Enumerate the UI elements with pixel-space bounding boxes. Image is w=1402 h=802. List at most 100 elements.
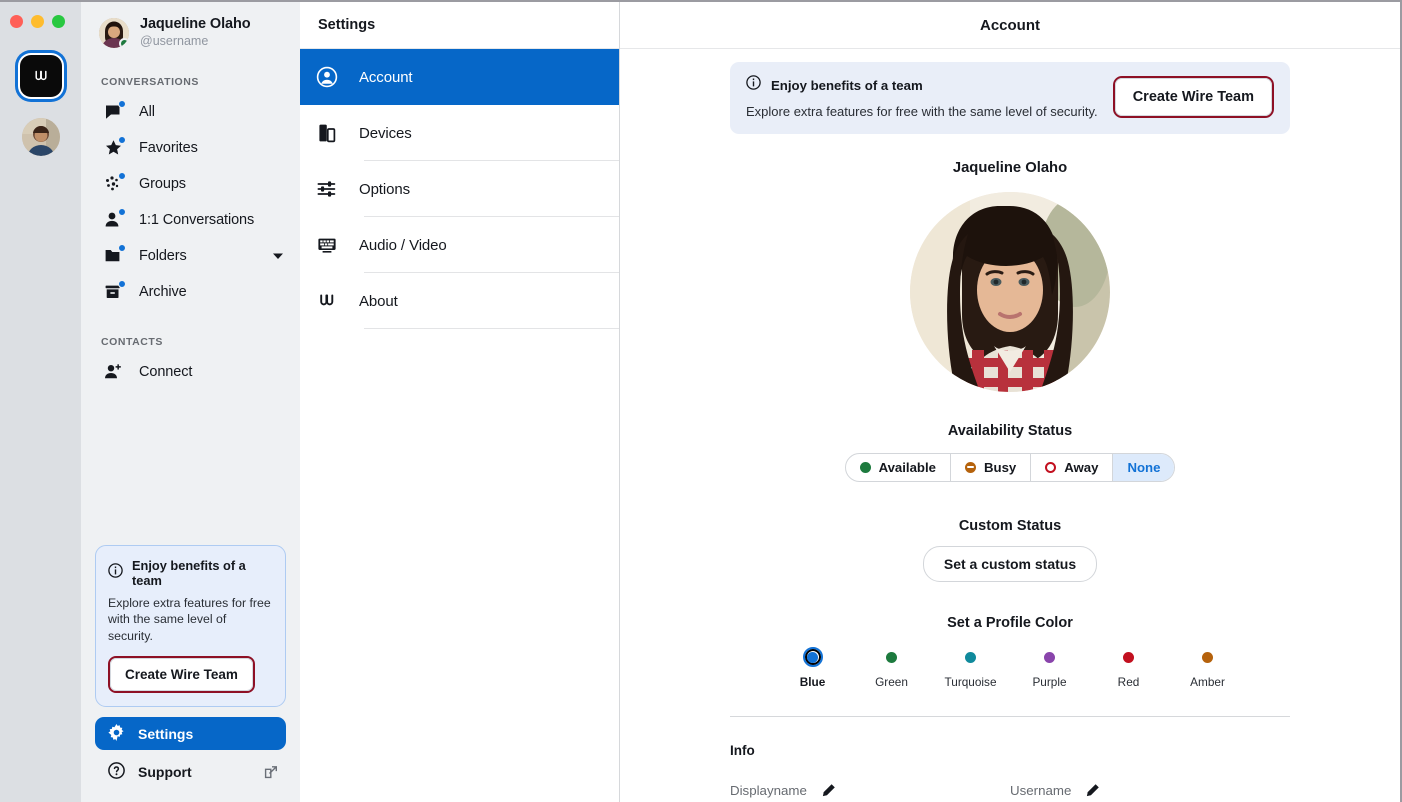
status-option-busy[interactable]: Busy (951, 454, 1032, 481)
sidebar-item-1-1-conversations[interactable]: 1:1 Conversations (81, 202, 300, 238)
color-option-amber[interactable]: Amber (1182, 647, 1234, 689)
divider (364, 328, 619, 329)
status-dot-available (859, 462, 871, 473)
tab-label: Audio / Video (359, 236, 447, 254)
color-swatch-blue (802, 647, 823, 667)
avatar-photo (21, 118, 60, 156)
sidebar-item-archive[interactable]: Archive (81, 274, 300, 310)
settings-panel-title: Settings (300, 2, 619, 49)
groups-icon (103, 171, 126, 195)
chevron-down-icon[interactable] (272, 247, 284, 265)
info-field-username: Username @jaquelineolaho (1010, 783, 1290, 802)
sidebar-item-label: 1:1 Conversations (139, 211, 255, 228)
color-label: Blue (799, 675, 826, 689)
color-option-blue[interactable]: Blue (787, 647, 839, 689)
settings-nav-panel: Settings Account Devices Options Audio /… (300, 2, 620, 802)
team-promo-banner: Enjoy benefits of a team Explore extra f… (730, 62, 1290, 134)
color-label: Red (1117, 675, 1140, 689)
pencil-icon[interactable] (821, 783, 836, 798)
tab-devices[interactable]: Devices (300, 105, 619, 161)
user-profile-photo (910, 192, 1110, 392)
color-label: Purple (1032, 675, 1067, 689)
set-custom-status-button[interactable]: Set a custom status (922, 546, 1098, 582)
status-option-away[interactable]: Away (1031, 454, 1114, 481)
info-field-label: Displayname (730, 783, 807, 798)
folder-icon (103, 243, 126, 267)
account-circle-icon (315, 65, 339, 89)
pencil-icon[interactable] (1085, 783, 1100, 798)
tab-account[interactable]: Account (300, 49, 619, 105)
tab-label: Account (359, 68, 413, 86)
tab-about[interactable]: About (300, 273, 619, 329)
custom-status-title: Custom Status (958, 518, 1062, 534)
account-settings-body: Enjoy benefits of a team Explore extra f… (620, 49, 1400, 802)
wire-account-tile[interactable] (19, 55, 62, 97)
tab-audio-video[interactable]: Audio / Video (300, 217, 619, 273)
color-label: Green (875, 675, 908, 689)
maximize-window-button[interactable] (52, 15, 65, 28)
conversation-sidebar: Jaqueline Olaho @username CONVERSATIONS … (81, 2, 300, 802)
sliders-icon (315, 177, 339, 201)
status-option-none[interactable]: None (1113, 454, 1175, 481)
close-window-button[interactable] (10, 15, 23, 28)
profile-name: Jaqueline Olaho (952, 160, 1068, 176)
promo-body: Explore extra features for free with the… (108, 595, 271, 643)
sidebar-item-groups[interactable]: Groups (81, 166, 300, 202)
section-label-contacts: CONTACTS (101, 335, 163, 348)
sidebar-item-label: Support (138, 764, 192, 780)
banner-subtitle: Explore extra features for free with the… (746, 104, 1098, 119)
color-option-green[interactable]: Green (866, 647, 918, 689)
sidebar-item-connect[interactable]: Connect (81, 354, 300, 390)
color-label: Amber (1190, 675, 1225, 689)
current-user-row[interactable]: Jaqueline Olaho @username (81, 2, 300, 50)
person-add-icon (103, 361, 125, 383)
sidebar-item-all[interactable]: All (81, 94, 300, 130)
conversations-nav: All Favorites Groups 1:1 Conversations F… (81, 94, 300, 310)
unread-badge (118, 279, 126, 288)
availability-status-selector: Available Busy Away None (844, 453, 1176, 482)
sidebar-item-settings[interactable]: Settings (95, 717, 286, 750)
promo-button-highlight: Create Wire Team (108, 656, 255, 693)
status-option-available[interactable]: Available (846, 454, 951, 481)
wire-desktop-window: Jaqueline Olaho @username CONVERSATIONS … (0, 0, 1402, 802)
current-user-handle: @username (140, 33, 209, 48)
unread-badge (118, 207, 126, 216)
status-label: Busy (983, 460, 1017, 475)
main-content-panel: Account Enjoy benefits of a team Explore… (620, 2, 1400, 802)
presence-indicator (119, 37, 129, 48)
unread-badge (118, 171, 126, 180)
promo-title: Enjoy benefits of a team (132, 557, 246, 588)
tab-label: Options (359, 180, 410, 198)
color-label: Turquoise (944, 675, 997, 689)
color-option-turquoise[interactable]: Turquoise (944, 647, 997, 689)
sidebar-item-label: Groups (139, 175, 186, 192)
archive-icon (103, 279, 126, 303)
sidebar-item-support[interactable]: Support (95, 756, 286, 788)
create-wire-team-button[interactable]: Create Wire Team (110, 658, 253, 691)
sidebar-item-label: Folders (139, 247, 187, 264)
info-field-displayname: Displayname Jaqueline Olaho (730, 783, 1010, 802)
sidebar-item-folders[interactable]: Folders (81, 238, 300, 274)
status-label: None (1127, 460, 1161, 475)
contacts-nav: Connect (81, 354, 300, 390)
status-dot-away (1045, 462, 1057, 473)
color-option-purple[interactable]: Purple (1024, 647, 1076, 689)
tab-label: About (359, 292, 398, 310)
create-wire-team-button[interactable]: Create Wire Team (1114, 78, 1272, 116)
devices-icon (315, 121, 339, 145)
info-title: Info (730, 743, 755, 758)
minimize-window-button[interactable] (31, 15, 44, 28)
current-user-name: Jaqueline Olaho (140, 16, 251, 32)
person-icon (103, 207, 126, 231)
profile-picture[interactable] (910, 192, 1110, 392)
tab-label: Devices (359, 124, 412, 142)
info-section: Info Displayname Jaquel (730, 717, 1290, 802)
unread-badge (118, 99, 126, 108)
info-field-label: Username (1010, 783, 1072, 798)
tab-options[interactable]: Options (300, 161, 619, 217)
wire-logo-icon (315, 289, 339, 313)
secondary-account-avatar[interactable] (21, 118, 60, 156)
color-option-red[interactable]: Red (1103, 647, 1155, 689)
section-label-conversations: CONVERSATIONS (101, 75, 199, 88)
sidebar-item-favorites[interactable]: Favorites (81, 130, 300, 166)
